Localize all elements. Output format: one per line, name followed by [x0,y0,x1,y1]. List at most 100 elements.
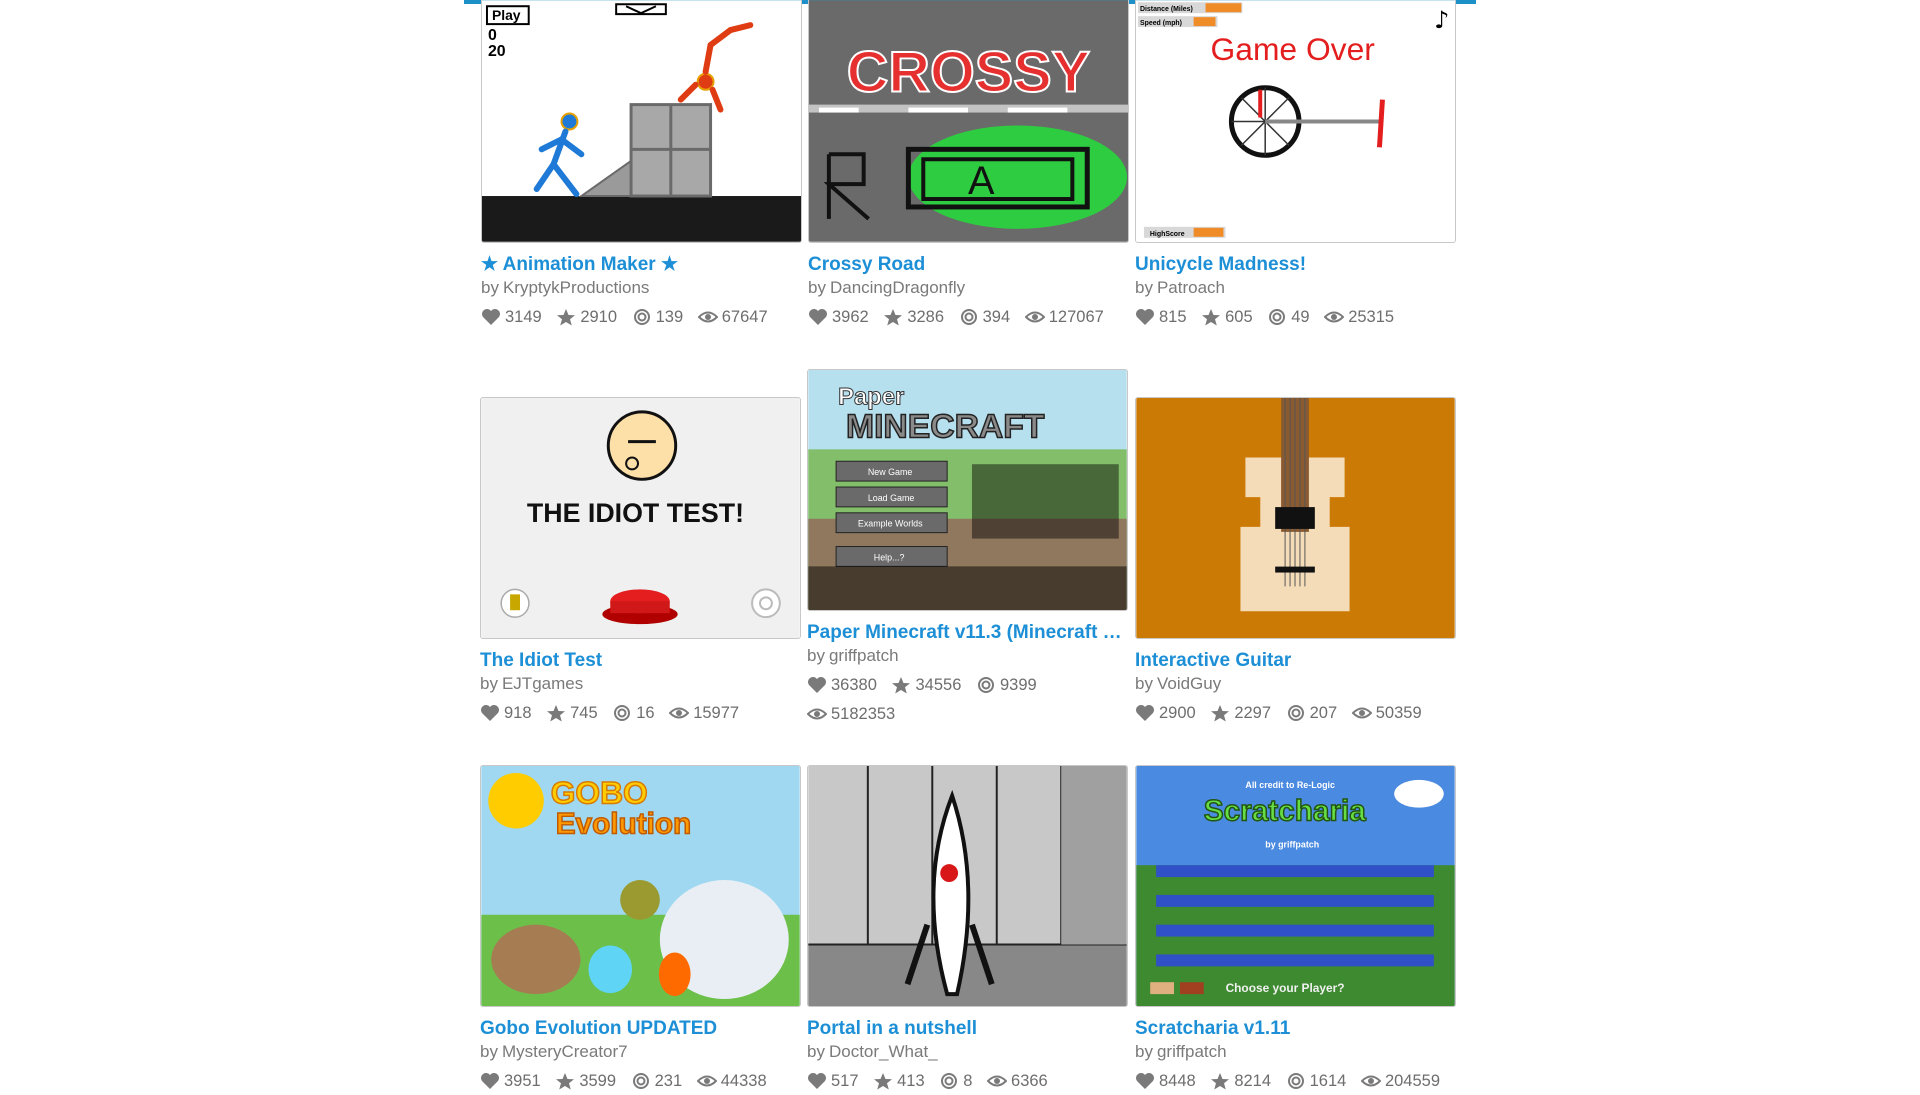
star-icon [547,705,566,722]
author-link[interactable]: VoidGuy [1157,674,1221,693]
project-thumbnail[interactable]: Distance (Miles) Speed (mph) HighScore G… [1135,0,1456,243]
loves-stat: 3149 [481,307,542,327]
project-title[interactable]: The Idiot Test [480,650,805,672]
views-count: 127067 [1048,308,1104,326]
svg-text:New Game: New Game [868,467,913,477]
project-card[interactable]: Interactive Guitar by VoidGuy 2900 2297 2… [1135,397,1460,737]
svg-text:0: 0 [488,27,497,44]
project-stats: 3149 2910 139 67647 [481,307,811,331]
project-card[interactable]: Distance (Miles) Speed (mph) HighScore G… [1135,0,1460,340]
project-card[interactable]: GOBO Evolution Gobo Evolution UPDATED by… [480,765,805,1090]
remixes-count: 16 [636,704,655,722]
project-thumbnail[interactable]: All credit to Re-Logic Scratcharia by gr… [1135,765,1456,1007]
views-count: 67647 [721,308,768,326]
svg-text:by griffpatch: by griffpatch [1265,839,1319,849]
project-stats: 36380 34556 9399 [807,675,1137,699]
author-link[interactable]: griffpatch [1157,1042,1227,1061]
favorites-stat: 8214 [1210,1071,1271,1091]
loves-stat: 36380 [807,675,877,695]
remixes-count: 8 [963,1072,973,1090]
project-card[interactable]: All credit to Re-Logic Scratcharia by gr… [1135,765,1460,1090]
views-count: 6366 [1011,1072,1048,1090]
project-title[interactable]: ★ Animation Maker ★ [481,254,806,276]
favorites-stat: 745 [546,703,598,723]
project-card[interactable]: Paper MINECRAFT New Game Load Game Examp… [807,369,1132,739]
loves-stat: 3951 [480,1071,541,1091]
project-thumbnail[interactable] [1135,397,1456,639]
loves-count: 36380 [831,676,877,694]
remix-icon [1269,309,1286,325]
favorites-stat: 2297 [1210,703,1271,723]
favorites-count: 3599 [579,1072,617,1090]
by-label: by [1135,674,1153,693]
heart-icon [809,309,827,325]
star-icon [557,309,576,326]
project-title[interactable]: Unicycle Madness! [1135,254,1460,276]
eye-icon [697,311,718,323]
loves-count: 918 [504,704,532,722]
views-stat: 127067 [1024,307,1104,327]
author-link[interactable]: griffpatch [829,646,899,665]
svg-text:Game Over: Game Over [1211,31,1376,67]
eye-icon [1024,311,1045,323]
project-title[interactable]: Scratcharia v1.11 [1135,1018,1460,1040]
views-stat: 204559 [1360,1071,1440,1091]
project-thumbnail[interactable]: THE IDIOT TEST! [480,397,801,639]
author-link[interactable]: Patroach [1157,278,1225,297]
crossy-road-thumbnail-art: CROSSY A [809,0,1128,242]
project-card[interactable]: Portal in a nutshell by Doctor_What_ 517 … [807,765,1132,1090]
eye-icon [1324,311,1345,323]
favorites-count: 34556 [915,676,962,694]
project-card[interactable]: THE IDIOT TEST! The Idiot Test by EJTgame… [480,397,805,737]
by-label: by [480,1042,498,1061]
remixes-count: 1614 [1309,1072,1347,1090]
author-link[interactable]: DancingDragonfly [830,278,965,297]
project-card[interactable]: CROSSY A Crossy Road by DancingDragonfly … [808,0,1133,340]
svg-text:GOBO: GOBO [551,775,648,811]
project-card[interactable]: Play 0 20 ★ Animation Maker ★ by Kryptyk… [481,0,806,340]
favorites-count: 3286 [907,308,945,326]
svg-text:Help...?: Help...? [874,552,905,562]
favorites-stat: 2910 [556,307,617,327]
remix-icon [1287,705,1304,721]
remixes-stat: 139 [632,307,683,327]
svg-text:20: 20 [488,43,506,60]
star-icon [874,1073,893,1090]
star-icon [1202,309,1221,326]
heart-icon [1136,1073,1154,1089]
project-title[interactable]: Portal in a nutshell [807,1018,1132,1040]
project-thumbnail[interactable]: GOBO Evolution [480,765,801,1007]
svg-text:Choose your Player?: Choose your Player? [1226,981,1345,995]
project-title[interactable]: Gobo Evolution UPDATED [480,1018,805,1040]
eye-icon [1351,707,1372,719]
remix-icon [977,677,994,693]
project-title[interactable]: Paper Minecraft v11.3 (Minecraft 2D) [807,622,1132,644]
favorites-count: 605 [1225,308,1253,326]
remixes-stat: 9399 [976,675,1037,695]
project-stats: 517 413 8 6366 [807,1071,1137,1095]
favorites-count: 413 [897,1072,925,1090]
project-title[interactable]: Interactive Guitar [1135,650,1460,672]
svg-text:CROSSY: CROSSY [847,41,1090,105]
project-thumbnail[interactable] [807,765,1128,1007]
project-thumbnail[interactable]: Play 0 20 [481,0,802,243]
favorites-count: 2910 [580,308,618,326]
remix-icon [633,309,650,325]
loves-stat: 815 [1135,307,1187,327]
project-title[interactable]: Crossy Road [808,254,1133,276]
idiot-test-thumbnail-art: THE IDIOT TEST! [481,398,800,638]
project-thumbnail[interactable]: CROSSY A [808,0,1129,243]
author-link[interactable]: MysteryCreator7 [502,1042,628,1061]
remixes-count: 394 [982,308,1011,326]
project-stats: 8448 8214 1614 204559 [1135,1071,1465,1095]
author-link[interactable]: KryptykProductions [503,278,649,297]
remixes-stat: 231 [631,1071,682,1091]
author-link[interactable]: Doctor_What_ [829,1042,938,1061]
heart-icon [482,309,500,325]
project-author: by EJTgames [480,674,805,694]
author-link[interactable]: EJTgames [502,674,583,693]
eye-icon [1360,1075,1381,1087]
project-thumbnail[interactable]: Paper MINECRAFT New Game Load Game Examp… [807,369,1128,611]
svg-text:All credit to Re-Logic: All credit to Re-Logic [1245,780,1335,790]
eye-icon [696,1075,717,1087]
